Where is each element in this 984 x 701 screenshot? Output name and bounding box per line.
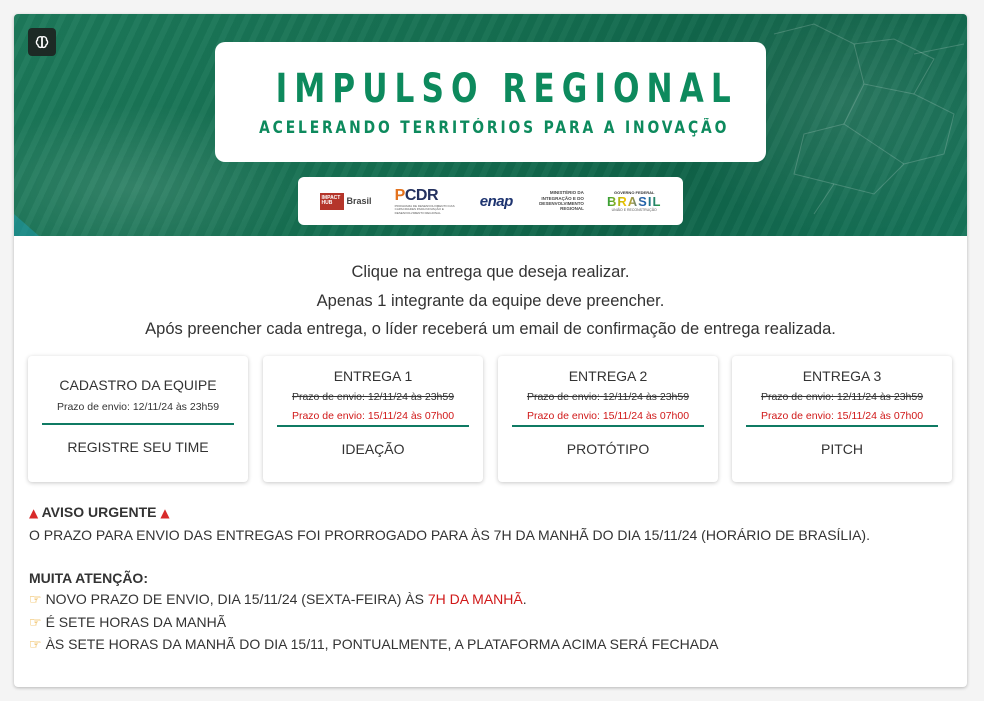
urgent-title-line: ▲ AVISO URGENTE ▲ <box>29 502 949 525</box>
gov-logo-bottom: UNIÃO E RECONSTRUÇÃO <box>611 208 657 212</box>
card-action: REGISTRE SEU TIME <box>67 439 209 455</box>
pcdr-logo-mark: P <box>394 186 406 204</box>
urgent-notice: ▲ AVISO URGENTE ▲ O PRAZO PARA ENVIO DAS… <box>29 502 949 657</box>
delivery-3-card[interactable]: ENTREGA 3 Prazo de envio: 12/11/24 às 23… <box>732 356 952 482</box>
attention-item-2: ☞ É SETE HORAS DA MANHÃ <box>29 612 949 635</box>
card-old-deadline: Prazo de envio: 12/11/24 às 23h59 <box>760 391 924 403</box>
delivery-2-card[interactable]: ENTREGA 2 Prazo de envio: 12/11/24 às 23… <box>498 356 718 482</box>
pointing-hand-icon: ☞ <box>29 592 42 608</box>
impact-hub-logo-box: IMPACT HUB <box>319 192 344 210</box>
card-title: ENTREGA 2 <box>568 368 648 384</box>
attention-title: MUITA ATENÇÃO: <box>29 569 148 586</box>
main-card: IMPULSO REGIONAL ACELERANDO TERRITÓRIOS … <box>14 14 967 687</box>
siren-icon: ▲ <box>160 506 170 520</box>
attention-item-1-end: . <box>522 591 527 607</box>
gov-brasil-logo: GOVERNO FEDERAL BRASIL UNIÃO E RECONSTRU… <box>607 190 661 212</box>
impact-hub-logo: IMPACT HUB Brasil <box>319 192 372 210</box>
attention-item-1: ☞ NOVO PRAZO DE ENVIO, DIA 15/11/24 (SEXT… <box>29 589 949 612</box>
delivery-cards: CADASTRO DA EQUIPE Prazo de envio: 12/11… <box>28 356 953 482</box>
urgent-text: O PRAZO PARA ENVIO DAS ENTREGAS FOI PROR… <box>29 526 870 543</box>
card-action: PITCH <box>821 441 863 457</box>
card-divider <box>42 423 234 425</box>
delivery-1-card[interactable]: ENTREGA 1 Prazo de envio: 12/11/24 às 23… <box>263 356 483 482</box>
card-divider <box>277 425 469 427</box>
enap-logo: enap <box>479 192 514 210</box>
instruction-line-1: Clique na entrega que deseja realizar. <box>351 263 630 281</box>
card-new-deadline: Prazo de envio: 15/11/24 às 07h00 <box>291 410 455 422</box>
card-title: CADASTRO DA EQUIPE <box>59 377 217 393</box>
attention-item-3-text: ÀS SETE HORAS DA MANHÃ DO DIA 15/11, PON… <box>45 636 719 652</box>
title-box: IMPULSO REGIONAL ACELERANDO TERRITÓRIOS … <box>215 42 766 162</box>
team-registration-card[interactable]: CADASTRO DA EQUIPE Prazo de envio: 12/11… <box>28 356 248 482</box>
card-deadline: Prazo de envio: 12/11/24 às 23h59 <box>56 401 220 413</box>
banner: IMPULSO REGIONAL ACELERANDO TERRITÓRIOS … <box>14 14 967 236</box>
program-title: IMPULSO REGIONAL <box>275 66 738 112</box>
card-new-deadline: Prazo de envio: 15/11/24 às 07h00 <box>760 410 924 422</box>
card-divider <box>746 425 938 427</box>
brain-icon <box>35 36 49 49</box>
card-new-deadline: Prazo de envio: 15/11/24 às 07h00 <box>526 410 690 422</box>
card-action: IDEAÇÃO <box>341 441 405 457</box>
card-title: ENTREGA 1 <box>333 368 413 384</box>
pointing-hand-icon: ☞ <box>29 637 42 653</box>
card-old-deadline: Prazo de envio: 12/11/24 às 23h59 <box>526 391 690 403</box>
partner-logos: IMPACT HUB Brasil PCDR PROGRAMA DE DESEN… <box>298 177 683 225</box>
pointing-hand-icon: ☞ <box>29 614 42 631</box>
card-old-deadline: Prazo de envio: 12/11/24 às 23h59 <box>291 391 455 403</box>
siren-icon: ▲ <box>29 506 39 520</box>
instruction-line-3: Após preencher cada entrega, o líder rec… <box>145 320 836 338</box>
impact-hub-logo-text: Brasil <box>346 196 372 206</box>
urgent-title: AVISO URGENTE <box>41 504 157 520</box>
attention-item-1-text: NOVO PRAZO DE ENVIO, DIA 15/11/24 (SEXTA… <box>45 591 428 607</box>
instruction-line-2: Apenas 1 integrante da equipe deve preen… <box>316 291 665 310</box>
gov-logo-main: BRASIL <box>607 194 662 209</box>
instructions: Clique na entrega que deseja realizar. A… <box>14 258 967 344</box>
attention-item-3: ☞ ÀS SETE HORAS DA MANHÃ DO DIA 15/11, PO… <box>29 634 949 657</box>
attention-item-2-text: É SETE HORAS DA MANHÃ <box>45 613 227 630</box>
ministry-logo: MINISTÉRIO DA INTEGRAÇÃO E DO DESENVOLVI… <box>539 190 584 212</box>
card-title: ENTREGA 3 <box>802 368 882 384</box>
card-divider <box>512 425 704 427</box>
pcdr-logo: PCDR PROGRAMA DE DESENVOLVIMENTO DAS CAP… <box>395 187 457 216</box>
pcdr-logo-caption: PROGRAMA DE DESENVOLVIMENTO DAS CAPACIDA… <box>394 203 455 215</box>
pcdr-logo-text: CDR <box>404 186 439 204</box>
program-subtitle: ACELERANDO TERRITÓRIOS PARA A INOVAÇÃO <box>259 118 730 137</box>
card-action: PROTÓTIPO <box>566 441 650 457</box>
attention-item-1-highlight: 7H DA MANHÃ <box>427 591 523 607</box>
brain-icon-button[interactable] <box>28 28 56 56</box>
